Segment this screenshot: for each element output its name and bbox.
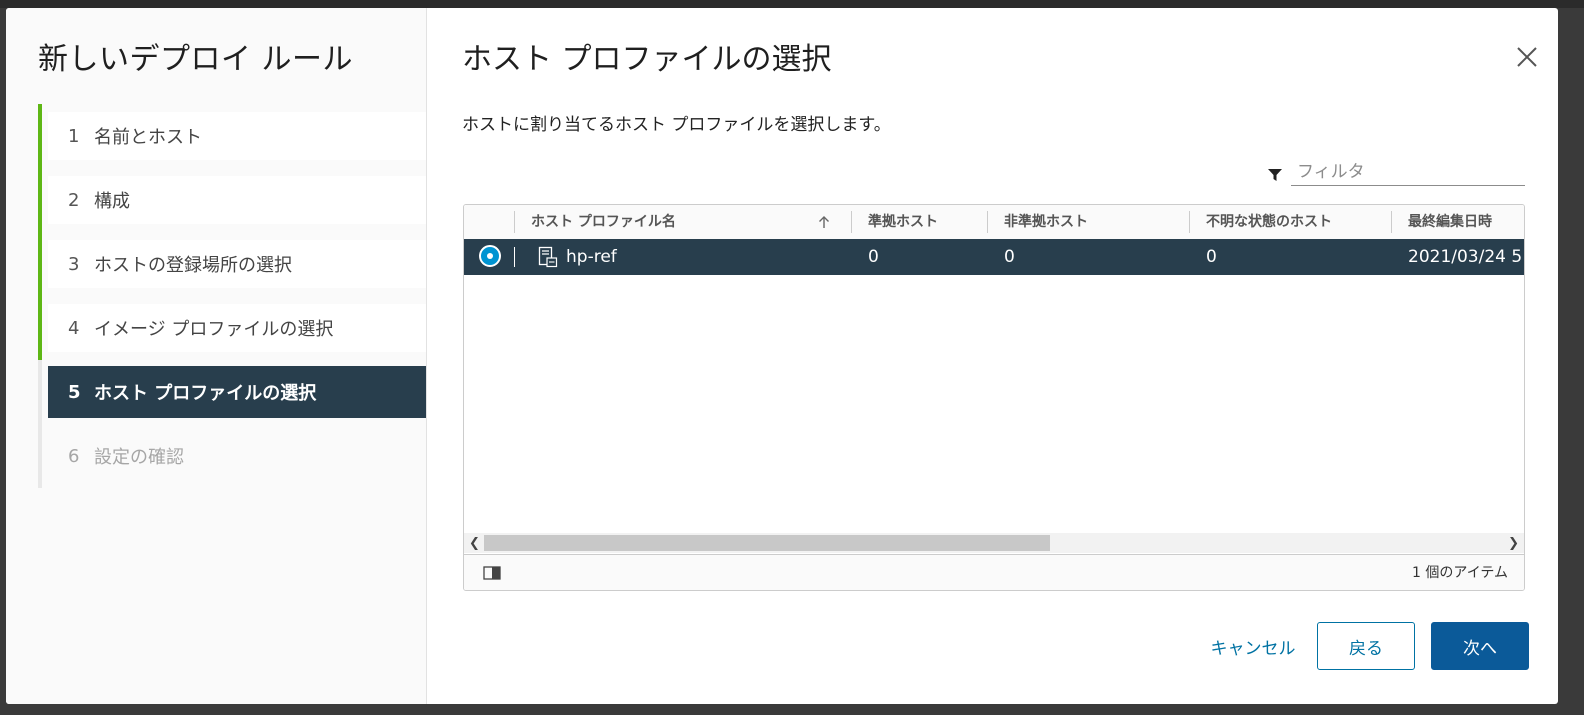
table-row[interactable]: hp-ref 0 0 0 2021/03/24 5 bbox=[464, 239, 1524, 275]
step-progress-bar bbox=[38, 104, 42, 168]
horizontal-scrollbar[interactable]: ❮ ❯ bbox=[464, 533, 1524, 553]
cell-compliant: 0 bbox=[868, 247, 879, 267]
step-number: 4 bbox=[68, 317, 80, 339]
wizard-step-4[interactable]: 4 イメージ プロファイルの選択 bbox=[38, 296, 426, 360]
filter-icon bbox=[1268, 169, 1282, 181]
close-icon bbox=[1517, 47, 1537, 67]
cell-noncompliant: 0 bbox=[1004, 247, 1015, 267]
row-radio-button[interactable] bbox=[479, 245, 501, 267]
column-header-profile-name[interactable]: ホスト プロファイル名 bbox=[531, 205, 676, 239]
step-label: 設定の確認 bbox=[94, 447, 184, 468]
host-profile-icon bbox=[538, 246, 558, 268]
page-title: ホスト プロファイルの選択 bbox=[462, 42, 832, 77]
item-count: 1 個のアイテム bbox=[1412, 565, 1508, 581]
deploy-rule-wizard-dialog: 新しいデプロイ ルール 1 名前とホスト 2 構成 3 ホストの登録場所の選択 … bbox=[6, 8, 1558, 704]
next-button[interactable]: 次へ bbox=[1431, 622, 1529, 670]
filter-input[interactable] bbox=[1291, 158, 1525, 186]
row-separator bbox=[514, 247, 515, 267]
host-profile-grid: ホスト プロファイル名 準拠ホスト 非準拠ホスト 不明な状態のホスト 最終編集日… bbox=[463, 204, 1525, 591]
step-number: 3 bbox=[68, 253, 80, 275]
step-description: ホストに割り当てるホスト プロファイルを選択します。 bbox=[462, 115, 891, 135]
column-separator bbox=[1391, 211, 1392, 233]
step-progress-bar bbox=[38, 360, 42, 424]
cancel-button[interactable]: キャンセル bbox=[1203, 622, 1303, 670]
cell-last-edited: 2021/03/24 5 bbox=[1408, 247, 1523, 267]
column-separator bbox=[514, 211, 515, 233]
step-label: 構成 bbox=[94, 191, 130, 212]
wizard-steps: 1 名前とホスト 2 構成 3 ホストの登録場所の選択 4 イメージ プロファイ… bbox=[38, 104, 426, 488]
step-progress-bar bbox=[38, 232, 42, 296]
column-header-unknown[interactable]: 不明な状態のホスト bbox=[1206, 205, 1332, 239]
wizard-content: ホスト プロファイルの選択 ホストに割り当てるホスト プロファイルを選択します。… bbox=[427, 8, 1558, 704]
step-progress-bar bbox=[38, 296, 42, 360]
arrow-up-icon[interactable] bbox=[818, 215, 830, 229]
column-header-noncompliant[interactable]: 非準拠ホスト bbox=[1004, 205, 1088, 239]
column-toggle-icon[interactable] bbox=[483, 566, 501, 580]
backdrop bbox=[0, 0, 1584, 8]
wizard-title: 新しいデプロイ ルール bbox=[38, 42, 354, 77]
grid-footer: 1 個のアイテム bbox=[464, 554, 1524, 590]
wizard-sidebar: 新しいデプロイ ルール 1 名前とホスト 2 構成 3 ホストの登録場所の選択 … bbox=[6, 8, 427, 704]
step-number: 5 bbox=[68, 381, 81, 403]
back-button[interactable]: 戻る bbox=[1317, 622, 1415, 670]
scrollbar-thumb[interactable] bbox=[484, 535, 1050, 551]
grid-header: ホスト プロファイル名 準拠ホスト 非準拠ホスト 不明な状態のホスト 最終編集日… bbox=[464, 205, 1524, 240]
column-header-compliant[interactable]: 準拠ホスト bbox=[868, 205, 938, 239]
wizard-step-6: 6 設定の確認 bbox=[38, 424, 426, 488]
wizard-step-3[interactable]: 3 ホストの登録場所の選択 bbox=[38, 232, 426, 296]
step-label: 名前とホスト bbox=[94, 127, 202, 148]
step-number: 1 bbox=[68, 125, 80, 147]
step-progress-bar bbox=[38, 168, 42, 232]
step-label: イメージ プロファイルの選択 bbox=[94, 319, 334, 340]
cell-profile-name: hp-ref bbox=[566, 247, 617, 267]
column-separator bbox=[851, 211, 852, 233]
step-progress-bar bbox=[38, 424, 42, 488]
scroll-right-icon[interactable]: ❯ bbox=[1508, 536, 1519, 551]
step-label: ホスト プロファイルの選択 bbox=[94, 383, 317, 404]
column-header-last-edited[interactable]: 最終編集日時 bbox=[1408, 205, 1492, 239]
wizard-step-2[interactable]: 2 構成 bbox=[38, 168, 426, 232]
filter-control bbox=[1267, 158, 1525, 188]
column-separator bbox=[987, 211, 988, 233]
step-number: 6 bbox=[68, 445, 80, 467]
close-button[interactable] bbox=[1514, 44, 1540, 70]
wizard-step-1[interactable]: 1 名前とホスト bbox=[38, 104, 426, 168]
step-number: 2 bbox=[68, 189, 80, 211]
scroll-left-icon[interactable]: ❮ bbox=[469, 536, 480, 551]
step-label: ホストの登録場所の選択 bbox=[94, 255, 292, 276]
column-separator bbox=[1189, 211, 1190, 233]
wizard-step-5[interactable]: 5 ホスト プロファイルの選択 bbox=[38, 360, 426, 424]
cell-unknown: 0 bbox=[1206, 247, 1217, 267]
